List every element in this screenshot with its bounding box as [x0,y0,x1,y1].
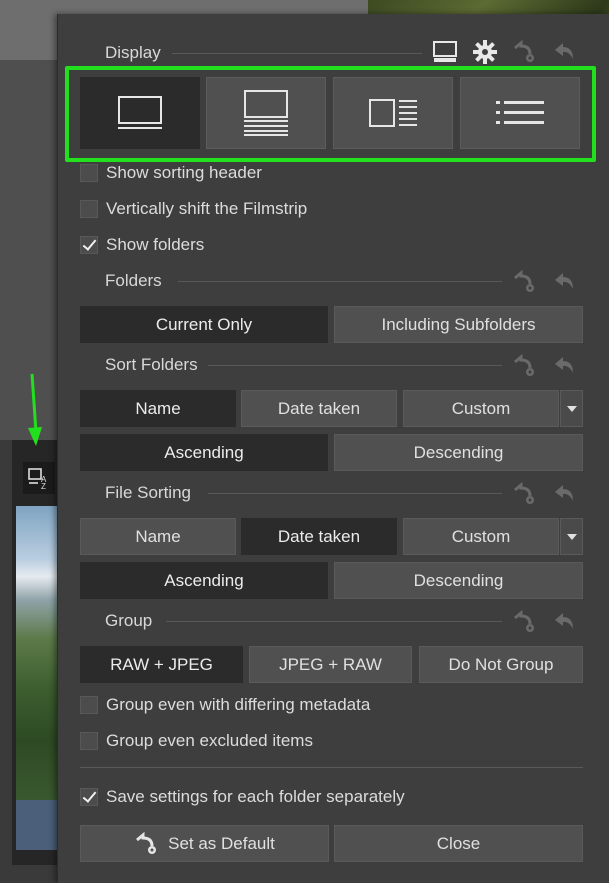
reset-to-default-icon[interactable] [512,353,538,379]
undo-icon[interactable] [552,39,578,65]
checkbox-box [80,200,98,218]
display-section-title: Display [105,43,161,62]
set-as-default-button[interactable]: Set as Default [80,825,329,862]
sort-folders-ascending-button[interactable]: Ascending [80,434,328,471]
checkbox-label: Save settings for each folder separately [106,787,405,806]
sort-folders-date-taken-button[interactable]: Date taken [241,390,397,427]
group-do-not-group-button[interactable]: Do Not Group [419,646,583,683]
divider [166,621,502,622]
file-sorting-date-taken-button[interactable]: Date taken [241,518,397,555]
group-section-title: Group [105,611,153,630]
divider [208,493,502,494]
undo-icon[interactable] [552,609,578,635]
chevron-down-icon [566,533,577,540]
undo-icon[interactable] [552,353,578,379]
reset-to-default-icon[interactable] [512,481,538,507]
show-folders-checkbox[interactable]: Show folders [80,235,204,255]
save-settings-separately-checkbox[interactable]: Save settings for each folder separately [80,787,405,807]
sort-folders-name-button[interactable]: Name [80,390,236,427]
checkbox-box-checked [80,788,98,806]
filmstrip-thumbnail-footer [16,800,57,850]
checkbox-label: Show sorting header [106,163,262,182]
group-differing-metadata-checkbox[interactable]: Group even with differing metadata [80,695,370,715]
filmstrip-layout-icon[interactable] [432,39,458,65]
checkbox-box [80,696,98,714]
checkbox-label: Group even excluded items [106,731,313,750]
chevron-down-icon [566,405,577,412]
undo-icon[interactable] [552,269,578,295]
sort-settings-icon[interactable]: A Z [23,462,55,494]
divider [208,365,502,366]
svg-text:Z: Z [41,482,46,490]
group-jpeg-raw-button[interactable]: JPEG + RAW [249,646,412,683]
reset-to-default-icon[interactable] [512,39,538,65]
checkbox-label: Show folders [106,235,205,254]
file-sorting-descending-button[interactable]: Descending [334,562,583,599]
set-as-default-label: Set as Default [168,833,275,853]
reset-to-default-icon [136,831,157,854]
sort-folders-section-title: Sort Folders [105,355,198,374]
reset-to-default-icon[interactable] [512,269,538,295]
checkbox-box [80,164,98,182]
divider [172,53,422,54]
folders-section-title: Folders [105,271,162,290]
filmstrip-settings-panel: Display Show sorting header Vertically s… [57,14,609,883]
file-sorting-ascending-button[interactable]: Ascending [80,562,328,599]
file-sorting-custom-dropdown[interactable] [560,518,583,555]
vertically-shift-filmstrip-checkbox[interactable]: Vertically shift the Filmstrip [80,199,307,219]
divider [80,767,583,768]
file-sorting-custom-button[interactable]: Custom [403,518,559,555]
sort-folders-descending-button[interactable]: Descending [334,434,583,471]
checkbox-label: Group even with differing metadata [106,695,371,714]
checkbox-box-checked [80,236,98,254]
gear-icon[interactable] [472,39,498,65]
reset-to-default-icon[interactable] [512,609,538,635]
sort-folders-custom-dropdown[interactable] [560,390,583,427]
folders-including-subfolders-button[interactable]: Including Subfolders [334,306,583,343]
folders-current-only-button[interactable]: Current Only [80,306,328,343]
show-sorting-header-checkbox[interactable]: Show sorting header [80,163,262,183]
checkbox-label: Vertically shift the Filmstrip [106,199,308,218]
file-sorting-section-title: File Sorting [105,483,191,502]
filmstrip-thumbnail[interactable] [16,506,57,800]
view-mode-highlight-box [65,66,596,162]
checkbox-box [80,732,98,750]
file-sorting-name-button[interactable]: Name [80,518,236,555]
divider [178,281,502,282]
annotation-arrow-icon [28,373,42,446]
group-excluded-items-checkbox[interactable]: Group even excluded items [80,731,313,751]
group-raw-jpeg-button[interactable]: RAW + JPEG [80,646,243,683]
undo-icon[interactable] [552,481,578,507]
close-button[interactable]: Close [334,825,583,862]
sort-folders-custom-button[interactable]: Custom [403,390,559,427]
